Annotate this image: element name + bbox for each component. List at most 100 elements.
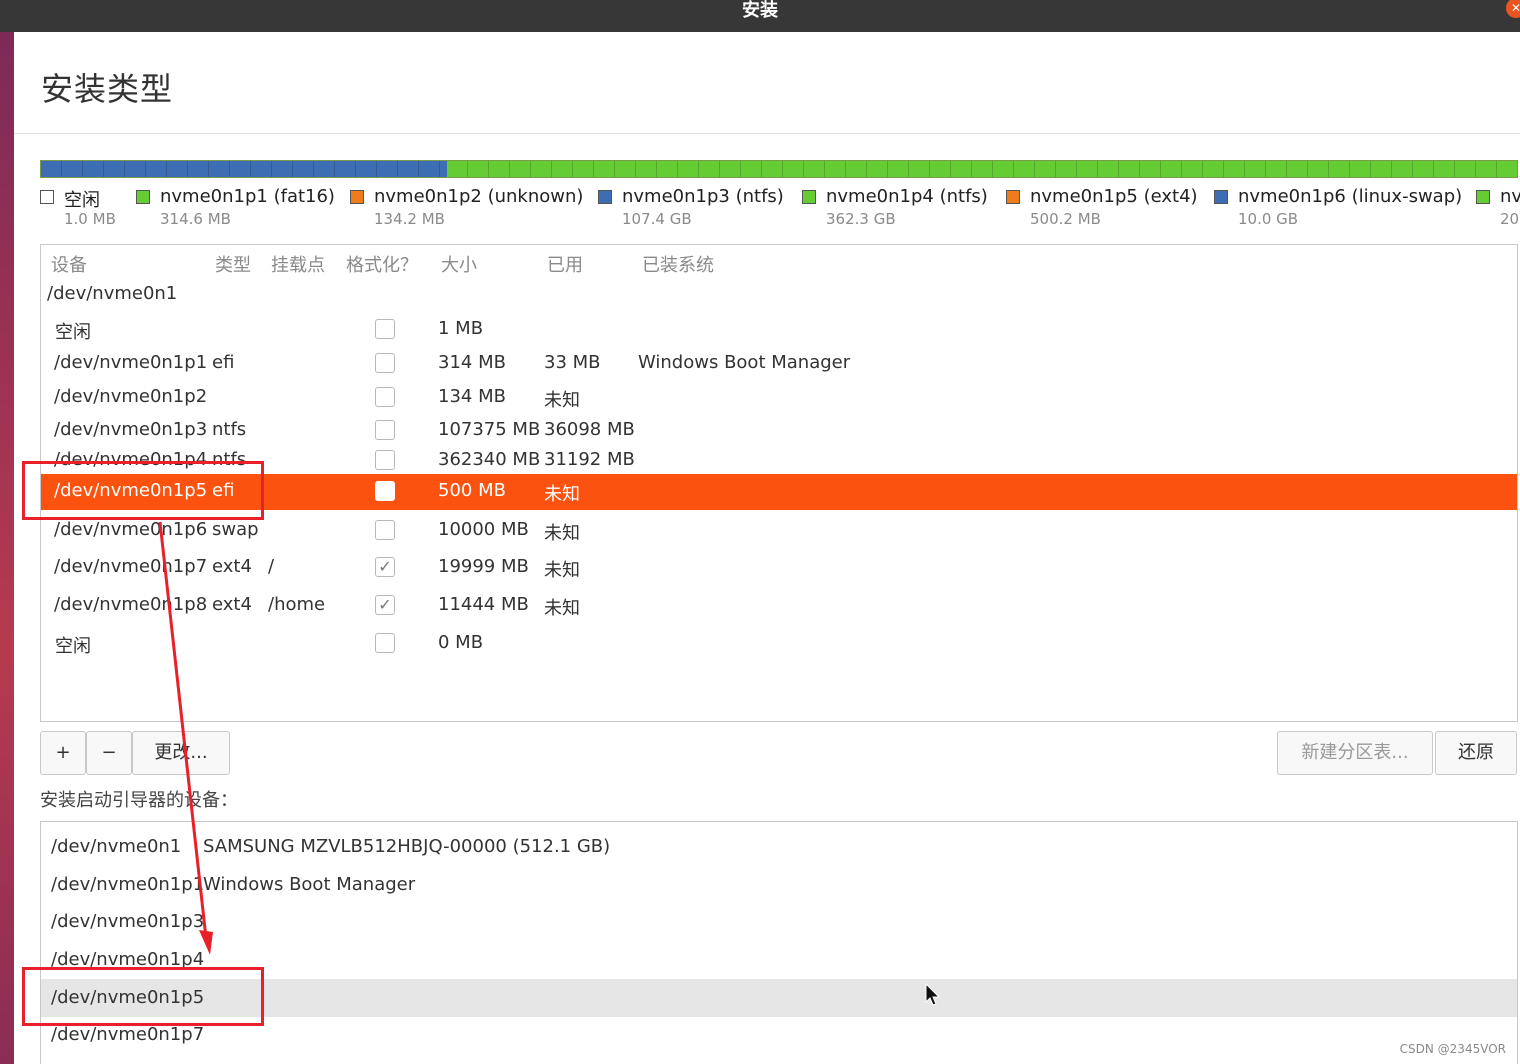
partition-row[interactable]: 空闲 0 MB — [41, 626, 1517, 662]
legend-name: nvme0n1p4 (ntfs) — [826, 186, 988, 207]
window-titlebar: 安装 ✕ — [0, 0, 1520, 32]
annotation-box-partition — [22, 461, 264, 520]
format-checkbox[interactable] — [375, 387, 395, 407]
cell-device: 空闲 — [55, 636, 91, 657]
boot-device: /dev/nvme0n1p3 — [51, 911, 205, 932]
mouse-cursor-icon — [925, 983, 941, 1006]
partition-row[interactable]: /dev/nvme0n1p7 ext4 / ✓ 19999 MB 未知 — [41, 550, 1517, 586]
partition-row[interactable]: /dev/nvme0n1p2 134 MB 未知 — [41, 380, 1517, 416]
cell-used: 未知 — [544, 560, 580, 581]
format-checkbox[interactable] — [375, 353, 395, 373]
partition-row[interactable]: /dev/nvme0n1p1 efi 314 MB 33 MB Windows Boot… — [41, 346, 1517, 382]
partition-bar-segment — [446, 161, 1517, 177]
cell-size: 11444 MB — [438, 594, 529, 615]
partition-legend: 空闲 1.0 MB nvme0n1p1 (fat16) 314.6 MB nvme0n1… — [40, 186, 1520, 236]
col-header-type: 类型 — [215, 255, 251, 276]
legend-name: nvme0n1p5 (ext4) — [1030, 186, 1198, 207]
cell-type: efi — [212, 352, 235, 373]
legend-swatch — [1214, 190, 1228, 204]
cell-device: /dev/nvme0n1p6 — [54, 519, 208, 540]
format-checkbox[interactable] — [375, 520, 395, 540]
legend-name: nvme0n1p1 (fat16) — [160, 186, 335, 207]
legend-name: nvme0n1p2 (unknown) — [374, 186, 584, 207]
cell-device: 空闲 — [55, 322, 91, 343]
new-partition-table-button[interactable]: 新建分区表... — [1277, 731, 1433, 775]
legend-size: 362.3 GB — [826, 210, 896, 228]
revert-button[interactable]: 还原 — [1435, 731, 1517, 775]
window-title: 安装 — [742, 0, 778, 21]
format-checkbox[interactable]: ✓ — [375, 595, 395, 615]
cell-type: swap — [212, 519, 259, 540]
cell-size: 314 MB — [438, 352, 506, 373]
cell-device: /dev/nvme0n1p2 — [54, 386, 208, 407]
cell-size: 1 MB — [438, 318, 484, 339]
cell-size: 134 MB — [438, 386, 506, 407]
cell-device: /dev/nvme0n1p3 — [54, 419, 208, 440]
col-header-system: 已装系统 — [642, 255, 714, 276]
partition-bar-segment — [41, 161, 447, 177]
cell-type: ext4 — [212, 556, 252, 577]
boot-device: /dev/nvme0n1 — [51, 836, 182, 857]
cell-mount: /home — [268, 594, 326, 615]
legend-swatch — [1006, 190, 1020, 204]
bootloader-device-item[interactable]: /dev/nvme0n1p3 — [41, 903, 1517, 941]
legend-size: 10.0 GB — [1238, 210, 1299, 228]
bootloader-device-list[interactable]: /dev/nvme0n1 SAMSUNG MZVLB512HBJQ-00000 (… — [40, 821, 1518, 1064]
legend-name: 空闲 — [64, 190, 100, 211]
cell-size: 19999 MB — [438, 556, 529, 577]
boot-desc: SAMSUNG MZVLB512HBJQ-00000 (512.1 GB) — [203, 836, 611, 857]
format-checkbox[interactable] — [375, 481, 395, 501]
legend-size: 107.4 GB — [622, 210, 692, 228]
watermark: CSDN @2345VOR — [1399, 1042, 1506, 1056]
format-checkbox[interactable]: ✓ — [375, 557, 395, 577]
page-header: 安装类型 — [14, 32, 1520, 134]
cell-size: 500 MB — [438, 480, 506, 501]
cell-used: 31192 MB — [544, 449, 635, 470]
legend-name: nvme0n1p3 (ntfs) — [622, 186, 784, 207]
cell-device: /dev/nvme0n1p7 — [54, 556, 208, 577]
format-checkbox[interactable] — [375, 420, 395, 440]
cell-used: 36098 MB — [544, 419, 635, 440]
cell-system: Windows Boot Manager — [638, 352, 851, 373]
format-checkbox[interactable] — [375, 450, 395, 470]
cell-device: /dev/nvme0n1p1 — [54, 352, 208, 373]
col-header-size: 大小 — [441, 255, 477, 276]
cell-type: ntfs — [212, 419, 247, 440]
cell-size: 10000 MB — [438, 519, 529, 540]
col-header-device: 设备 — [51, 255, 87, 276]
legend-size: 500.2 MB — [1030, 210, 1101, 228]
cell-used: 未知 — [544, 523, 580, 544]
change-partition-button[interactable]: 更改... — [132, 731, 230, 775]
cell-used: 33 MB — [544, 352, 601, 373]
legend-size: 314.6 MB — [160, 210, 231, 228]
cell-mount: / — [268, 556, 275, 577]
legend-size: 20 — [1500, 210, 1520, 228]
cell-size: 0 MB — [438, 632, 484, 653]
cell-used: 未知 — [544, 484, 580, 505]
add-partition-button[interactable]: + — [40, 731, 86, 775]
page-title: 安装类型 — [41, 70, 174, 108]
legend-size: 1.0 MB — [64, 210, 116, 228]
legend-swatch — [350, 190, 364, 204]
cell-used: 未知 — [544, 598, 580, 619]
col-header-used: 已用 — [547, 255, 583, 276]
legend-swatch — [598, 190, 612, 204]
legend-swatch — [1476, 190, 1490, 204]
bootloader-device-item[interactable]: /dev/nvme0n1p1 Windows Boot Manager — [41, 866, 1517, 904]
partition-row[interactable]: /dev/nvme0n1p8 ext4/home ✓ 11444 MB 未知 — [41, 588, 1517, 624]
remove-partition-button[interactable]: − — [86, 731, 132, 775]
partition-row[interactable]: 空闲 1 MB — [41, 312, 1517, 348]
format-checkbox[interactable] — [375, 633, 395, 653]
bootloader-device-item[interactable]: /dev/nvme0n1 SAMSUNG MZVLB512HBJQ-00000 (… — [41, 828, 1517, 866]
cell-device: /dev/nvme0n1p8 — [54, 594, 208, 615]
cell-used: 未知 — [544, 390, 580, 411]
partition-bar — [40, 160, 1518, 178]
desktop-background — [0, 32, 14, 1064]
format-checkbox[interactable] — [375, 319, 395, 339]
boot-device: /dev/nvme0n1p1 — [51, 874, 205, 895]
annotation-box-bootloader — [22, 967, 264, 1026]
disk-label: /dev/nvme0n1 — [47, 283, 178, 304]
cell-size: 362340 MB — [438, 449, 541, 470]
col-header-format: 格式化？ — [346, 255, 418, 276]
legend-name: nv — [1500, 186, 1520, 207]
